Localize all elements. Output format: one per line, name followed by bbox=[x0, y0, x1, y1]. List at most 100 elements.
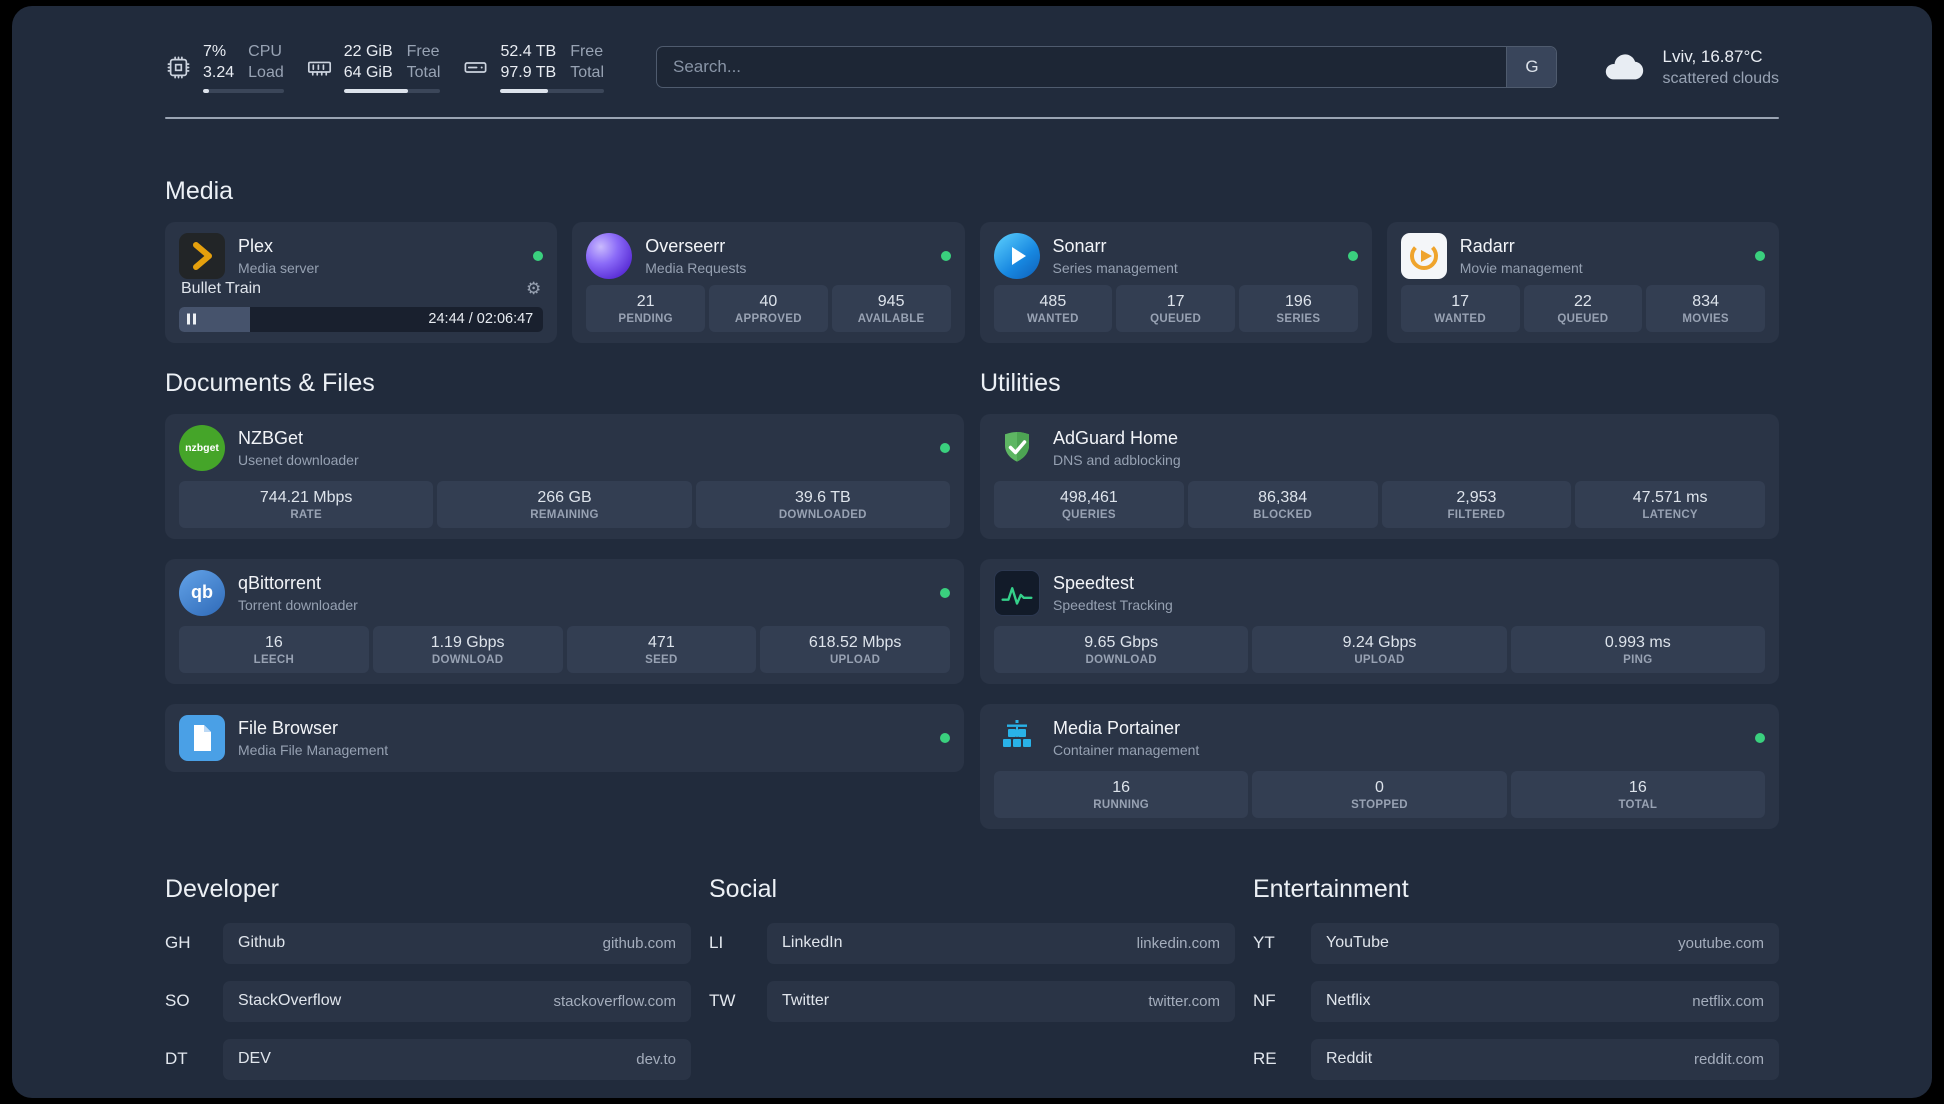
bookmark-name: LinkedIn bbox=[782, 934, 843, 952]
service-card-speedtest[interactable]: Speedtest Speedtest Tracking 9.65 Gbps D… bbox=[980, 558, 1779, 684]
stat-rate: 744.21 Mbps RATE bbox=[179, 480, 434, 528]
stat-upload: 618.52 Mbps UPLOAD bbox=[760, 625, 950, 673]
bookmark-row-youtube: YT YouTube youtube.com bbox=[1253, 922, 1779, 964]
speedtest-icon bbox=[994, 569, 1040, 616]
cpu-widget: 7% 3.24 CPU Load bbox=[165, 42, 284, 93]
service-description: Media File Management bbox=[238, 741, 389, 758]
bookmark-domain: twitter.com bbox=[1148, 992, 1220, 1010]
service-card-overseerr[interactable]: Overseerr Media Requests 21 PENDING 40 A… bbox=[572, 221, 965, 343]
stat-blocked: 86,384 BLOCKED bbox=[1187, 480, 1378, 528]
service-card-qbittorrent[interactable]: qb qBittorrent Torrent downloader 16 LEE… bbox=[165, 558, 964, 684]
stat-queued: 17 QUEUED bbox=[1116, 284, 1235, 332]
media-progress-bar[interactable]: 24:44 / 02:06:47 bbox=[179, 306, 544, 332]
stat-value: 21 bbox=[636, 292, 655, 310]
memory-values: 22 GiB 64 GiB bbox=[343, 43, 393, 81]
pause-icon[interactable] bbox=[187, 313, 196, 325]
weather-location: Lviv, 16.87°C bbox=[1662, 46, 1763, 66]
stat-downloaded: 39.6 TB DOWNLOADED bbox=[695, 480, 950, 528]
service-description: Movie management bbox=[1459, 259, 1583, 276]
section-title-entertainment: Entertainment bbox=[1253, 874, 1409, 903]
now-playing-widget: Bullet Train ⚙ 24:44 / 02:06:47 bbox=[179, 279, 544, 332]
stat-seed: 471 SEED bbox=[566, 625, 757, 673]
status-dot bbox=[1755, 732, 1765, 743]
stat-value: 16 bbox=[1112, 778, 1131, 796]
disk-icon bbox=[462, 54, 489, 81]
service-card-radarr[interactable]: Radarr Movie management 17 WANTED 22 QUE… bbox=[1386, 221, 1779, 343]
stat-value: 2,953 bbox=[1456, 488, 1497, 506]
service-header: Plex Media server bbox=[179, 232, 544, 279]
bookmark-link-github[interactable]: Github github.com bbox=[223, 922, 691, 964]
bookmark-link-linkedin[interactable]: LinkedIn linkedin.com bbox=[767, 922, 1235, 964]
service-card-portainer[interactable]: Media Portainer Container management 16 … bbox=[980, 703, 1779, 829]
bookmark-link-netflix[interactable]: Netflix netflix.com bbox=[1311, 980, 1779, 1022]
stat-wanted: 17 WANTED bbox=[1400, 284, 1520, 332]
stat-queued: 22 QUEUED bbox=[1523, 284, 1643, 332]
service-header: Speedtest Speedtest Tracking bbox=[994, 569, 1765, 616]
bookmark-row-linkedin: LI LinkedIn linkedin.com bbox=[709, 922, 1235, 964]
status-dot bbox=[940, 732, 950, 743]
nzbget-icon: nzbget bbox=[179, 424, 225, 471]
disk-labels: Free Total bbox=[570, 43, 604, 81]
stat-label: DOWNLOADED bbox=[778, 508, 867, 521]
bookmark-link-youtube[interactable]: YouTube youtube.com bbox=[1311, 922, 1779, 964]
bookmark-row-twitter: TW Twitter twitter.com bbox=[709, 980, 1235, 1022]
service-card-adguard[interactable]: AdGuard Home DNS and adblocking 498,461 … bbox=[980, 413, 1779, 539]
bookmark-name: Netflix bbox=[1326, 992, 1371, 1010]
bookmark-link-stackoverflow[interactable]: StackOverflow stackoverflow.com bbox=[223, 980, 691, 1022]
bookmark-domain: dev.to bbox=[636, 1050, 676, 1068]
service-stats: 498,461 QUERIES 86,384 BLOCKED 2,953 FIL… bbox=[994, 480, 1765, 528]
stat-filtered: 2,953 FILTERED bbox=[1381, 480, 1572, 528]
topbar-divider bbox=[165, 116, 1779, 119]
service-card-filebrowser[interactable]: File Browser Media File Management bbox=[165, 703, 964, 772]
memory-widget: 22 GiB 64 GiB Free Total bbox=[306, 42, 441, 93]
stat-value: 1.19 Gbps bbox=[430, 633, 505, 651]
status-dot bbox=[1755, 250, 1765, 261]
stat-upload: 9.24 Gbps UPLOAD bbox=[1252, 625, 1507, 673]
service-name: Sonarr bbox=[1052, 235, 1107, 256]
stat-label: RUNNING bbox=[1093, 798, 1150, 811]
stat-value: 22 bbox=[1573, 292, 1592, 310]
stat-value: 9.65 Gbps bbox=[1084, 633, 1159, 651]
search-input[interactable] bbox=[657, 47, 1507, 88]
adguard-icon bbox=[994, 425, 1040, 471]
settings-gear-icon[interactable]: ⚙ bbox=[526, 279, 541, 299]
bookmark-row-github: GH Github github.com bbox=[165, 922, 691, 964]
bookmark-abbr: YT bbox=[1253, 933, 1275, 953]
bookmark-link-reddit[interactable]: Reddit reddit.com bbox=[1311, 1038, 1779, 1080]
search-bar[interactable]: G bbox=[656, 46, 1558, 89]
stat-label: REMAINING bbox=[530, 508, 599, 521]
memory-usage-bar bbox=[343, 88, 441, 93]
service-card-sonarr[interactable]: Sonarr Series management 485 WANTED 17 Q… bbox=[979, 221, 1372, 343]
stat-running: 16 RUNNING bbox=[994, 770, 1249, 818]
service-name: qBittorrent bbox=[238, 572, 322, 593]
stat-value: 0.993 ms bbox=[1604, 633, 1671, 651]
qbittorrent-icon: qb bbox=[179, 569, 225, 616]
bookmark-row-reddit: RE Reddit reddit.com bbox=[1253, 1038, 1779, 1080]
stat-label: DOWNLOAD bbox=[431, 653, 504, 666]
cpu-icon bbox=[165, 54, 192, 81]
stat-total: 16 TOTAL bbox=[1510, 770, 1765, 818]
bookmark-name: Github bbox=[238, 934, 286, 952]
stat-label: PING bbox=[1623, 653, 1653, 666]
service-description: Usenet downloader bbox=[238, 451, 359, 468]
stat-queries: 498,461 QUERIES bbox=[994, 480, 1184, 528]
service-card-plex[interactable]: Plex Media server Bullet Train ⚙ 24:44 /… bbox=[165, 221, 558, 343]
now-playing-title: Bullet Train bbox=[181, 279, 262, 297]
stat-value: 744.21 Mbps bbox=[259, 488, 353, 506]
cpu-labels: CPU Load bbox=[248, 43, 284, 81]
stat-value: 618.52 Mbps bbox=[808, 633, 902, 651]
cpu-usage-bar bbox=[203, 88, 284, 93]
bookmark-link-twitter[interactable]: Twitter twitter.com bbox=[767, 980, 1235, 1022]
service-card-nzbget[interactable]: nzbget NZBGet Usenet downloader 744.21 M… bbox=[165, 413, 964, 539]
entertainment-section: Entertainment YT YouTube youtube.com NF … bbox=[1253, 875, 1779, 1080]
bookmark-domain: stackoverflow.com bbox=[553, 992, 676, 1010]
stat-leech: 16 LEECH bbox=[179, 625, 369, 673]
stat-download: 1.19 Gbps DOWNLOAD bbox=[372, 625, 563, 673]
service-name: File Browser bbox=[238, 717, 339, 738]
search-provider-button[interactable]: G bbox=[1506, 47, 1557, 88]
bookmark-link-dev[interactable]: DEV dev.to bbox=[223, 1038, 691, 1080]
bookmark-domain: youtube.com bbox=[1678, 934, 1764, 952]
section-title-utilities: Utilities bbox=[980, 368, 1061, 397]
stat-label: WANTED bbox=[1027, 312, 1079, 325]
service-header: Sonarr Series management bbox=[993, 232, 1358, 279]
